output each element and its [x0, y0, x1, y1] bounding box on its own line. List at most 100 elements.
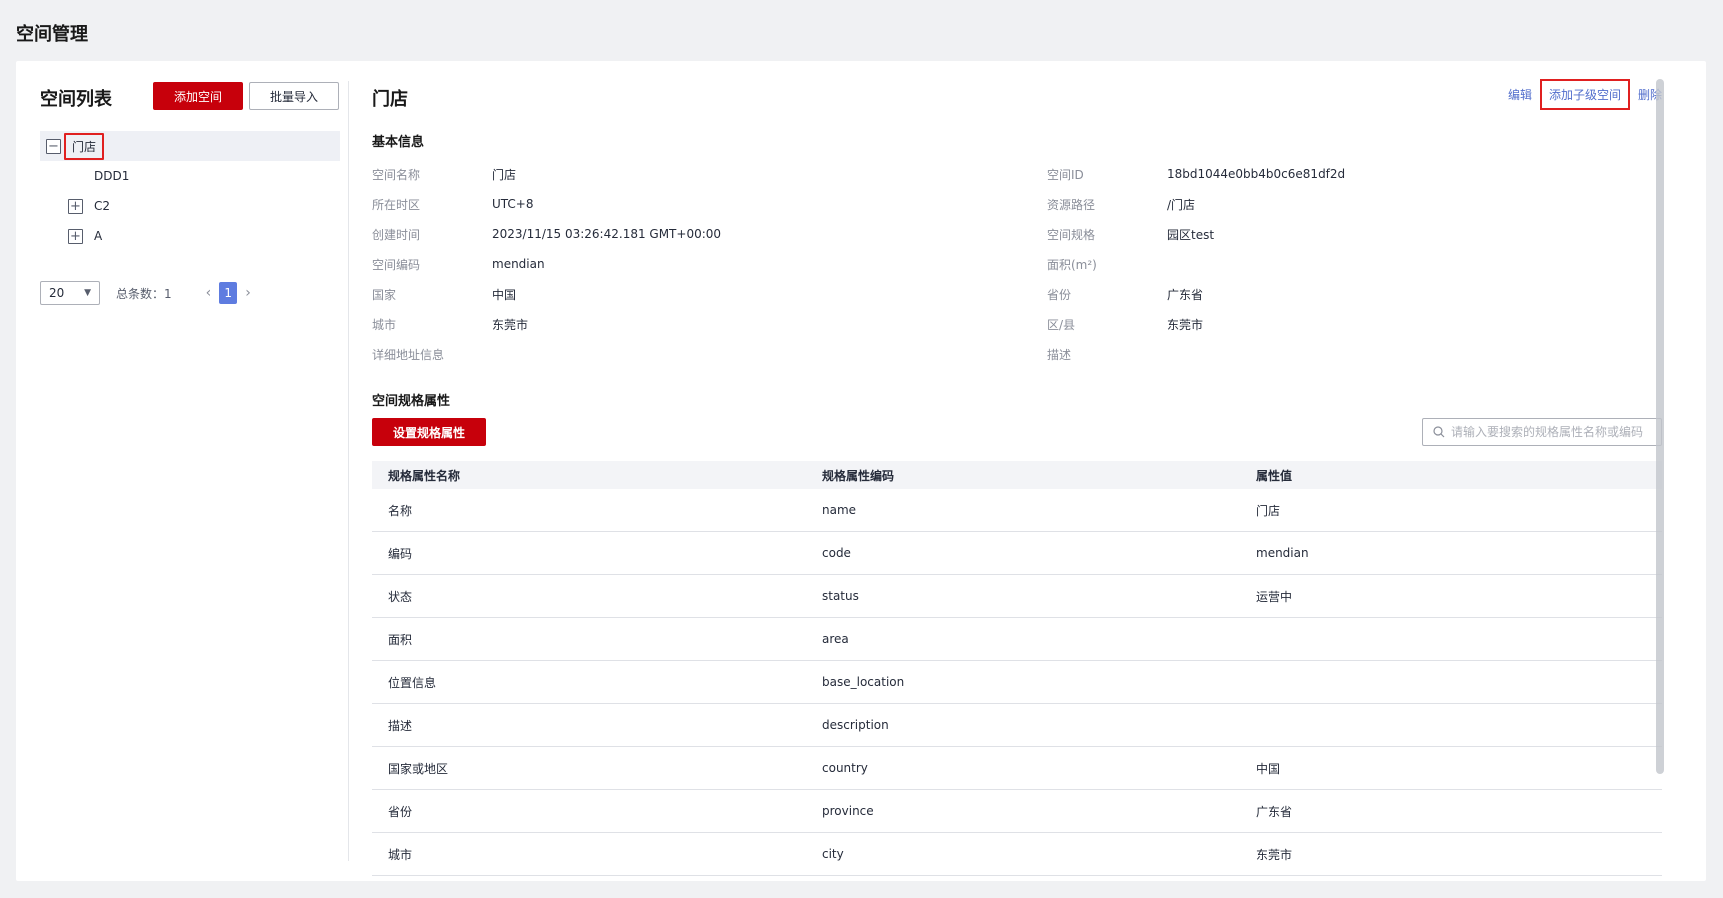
page-title: 空间管理 [16, 24, 88, 45]
table-cell: 中国 [1256, 761, 1281, 776]
table-row[interactable]: 省份 province 广东省 [372, 790, 1662, 833]
add-space-button[interactable]: 添加空间 [153, 82, 243, 110]
current-page-button[interactable]: 1 [219, 282, 238, 304]
info-value: 东莞市 [1167, 317, 1204, 332]
spec-attr-table: 规格属性名称 规格属性编码 属性值 名称 name 门店编码 code mendian 状… [372, 461, 1662, 876]
table-cell: 编码 [388, 546, 413, 561]
main-card: 空间列表 添加空间 批量导入 − 门店 DDD1 + C2 + A 20 ▼ 总… [16, 61, 1706, 881]
attr-search-input[interactable] [1451, 425, 1651, 439]
info-value: 广东省 [1167, 287, 1204, 302]
info-label: 详细地址信息 [372, 347, 445, 362]
table-cell: 描述 [388, 718, 413, 733]
basic-info-grid: 空间名称 门店 空间ID 18bd1044e0bb4b0c6e81df2d 所在时区 UT… [372, 159, 1686, 369]
info-value: 18bd1044e0bb4b0c6e81df2d [1167, 167, 1346, 181]
next-page-icon[interactable]: › [245, 285, 251, 301]
space-detail-panel: 门店 编辑 添加子级空间 删除 基本信息 空间名称 门店 空间ID 18bd1044e… [372, 61, 1686, 881]
pagination: 20 ▼ 总条数：1 ‹ 1 › [40, 281, 259, 305]
table-cell: code [822, 546, 851, 560]
tree-node-a[interactable]: + A [40, 221, 340, 251]
info-value: UTC+8 [492, 197, 534, 211]
table-row[interactable]: 名称 name 门店 [372, 489, 1662, 532]
table-row[interactable]: 状态 status 运营中 [372, 575, 1662, 618]
table-cell: province [822, 804, 874, 818]
info-label: 空间名称 [372, 167, 421, 182]
info-label: 空间ID [1047, 167, 1084, 182]
table-cell: status [822, 589, 859, 603]
info-row: 详细地址信息 描述 [372, 339, 1686, 369]
info-value: 门店 [492, 167, 517, 182]
panel-divider [348, 81, 349, 861]
table-cell: base_location [822, 675, 905, 689]
table-row[interactable]: 国家或地区 country 中国 [372, 747, 1662, 790]
attr-search-box[interactable] [1422, 418, 1662, 446]
tree-node-ddd1[interactable]: DDD1 [40, 161, 340, 191]
add-child-space-link[interactable]: 添加子级空间 [1539, 79, 1630, 110]
info-value: 园区test [1167, 227, 1215, 242]
set-spec-attr-button[interactable]: 设置规格属性 [372, 418, 486, 446]
tree-node-label[interactable]: DDD1 [94, 169, 129, 183]
tree-node-label[interactable]: 门店 [64, 132, 105, 160]
page-size-select[interactable]: 20 ▼ [40, 281, 100, 305]
edit-link[interactable]: 编辑 [1508, 86, 1532, 103]
info-row: 空间名称 门店 空间ID 18bd1044e0bb4b0c6e81df2d [372, 159, 1686, 189]
header-attr-value: 属性值 [1256, 468, 1293, 483]
info-row: 城市 东莞市 区/县 东莞市 [372, 309, 1686, 339]
space-list-panel: 空间列表 添加空间 批量导入 − 门店 DDD1 + C2 + A 20 ▼ 总… [16, 61, 348, 881]
expand-icon[interactable]: + [68, 198, 83, 214]
info-label: 创建时间 [372, 227, 421, 242]
detail-actions: 编辑 添加子级空间 删除 [1508, 79, 1662, 110]
info-label: 城市 [372, 317, 397, 332]
table-row[interactable]: 城市 city 东莞市 [372, 833, 1662, 876]
table-cell: area [822, 632, 849, 646]
tree-node-root[interactable]: − 门店 [40, 131, 340, 161]
table-cell: 运营中 [1256, 589, 1293, 604]
header-attr-code: 规格属性编码 [822, 468, 895, 483]
collapse-icon[interactable]: − [46, 138, 61, 154]
table-cell: 国家或地区 [388, 761, 449, 776]
vertical-scrollbar[interactable] [1656, 79, 1664, 774]
table-cell: 名称 [388, 503, 413, 518]
info-label: 所在时区 [372, 197, 421, 212]
table-row[interactable]: 位置信息 base_location [372, 661, 1662, 704]
spec-attr-title: 空间规格属性 [372, 394, 451, 409]
tree-node-label[interactable]: A [94, 229, 102, 243]
detail-title: 门店 [372, 89, 408, 110]
info-row: 所在时区 UTC+8 资源路径/门店 [372, 189, 1686, 219]
basic-info-title: 基本信息 [372, 135, 425, 150]
table-row[interactable]: 描述 description [372, 704, 1662, 747]
info-value: mendian [492, 257, 545, 271]
table-cell: 面积 [388, 632, 413, 647]
tree-node-label[interactable]: C2 [94, 199, 110, 213]
table-cell: name [822, 503, 857, 517]
batch-import-button[interactable]: 批量导入 [249, 82, 339, 110]
info-label: 区/县 [1047, 317, 1076, 332]
table-row[interactable]: 编码 code mendian [372, 532, 1662, 575]
tree-node-c2[interactable]: + C2 [40, 191, 340, 221]
table-row[interactable]: 面积 area [372, 618, 1662, 661]
expand-icon[interactable]: + [68, 228, 83, 244]
header-attr-name: 规格属性名称 [388, 468, 461, 483]
search-icon [1433, 426, 1445, 438]
page-size-value: 20 [49, 286, 65, 300]
info-value: 2023/11/15 03:26:42.181 GMT+00:00 [492, 227, 722, 241]
table-cell: 东莞市 [1256, 847, 1293, 862]
table-cell: 门店 [1256, 503, 1281, 518]
table-cell: mendian [1256, 546, 1309, 560]
info-label: 面积(m²) [1047, 257, 1097, 272]
info-row: 创建时间 2023/11/15 03:26:42.181 GMT+00:00 空间规… [372, 219, 1686, 249]
info-label: 资源路径 [1047, 197, 1096, 212]
info-label: 国家 [372, 287, 397, 302]
info-row: 国家 中国 省份 广东省 [372, 279, 1686, 309]
table-cell: 位置信息 [388, 675, 437, 690]
info-label: 空间规格 [1047, 227, 1096, 242]
table-cell: 状态 [388, 589, 413, 604]
table-cell: city [822, 847, 844, 861]
info-value: /门店 [1167, 197, 1196, 212]
total-count: 总条数：1 [116, 286, 172, 301]
space-tree: − 门店 DDD1 + C2 + A [40, 131, 340, 251]
table-cell: 广东省 [1256, 804, 1293, 819]
table-cell: description [822, 718, 889, 732]
table-cell: 省份 [388, 804, 413, 819]
info-label: 省份 [1047, 287, 1072, 302]
prev-page-icon[interactable]: ‹ [206, 285, 212, 301]
